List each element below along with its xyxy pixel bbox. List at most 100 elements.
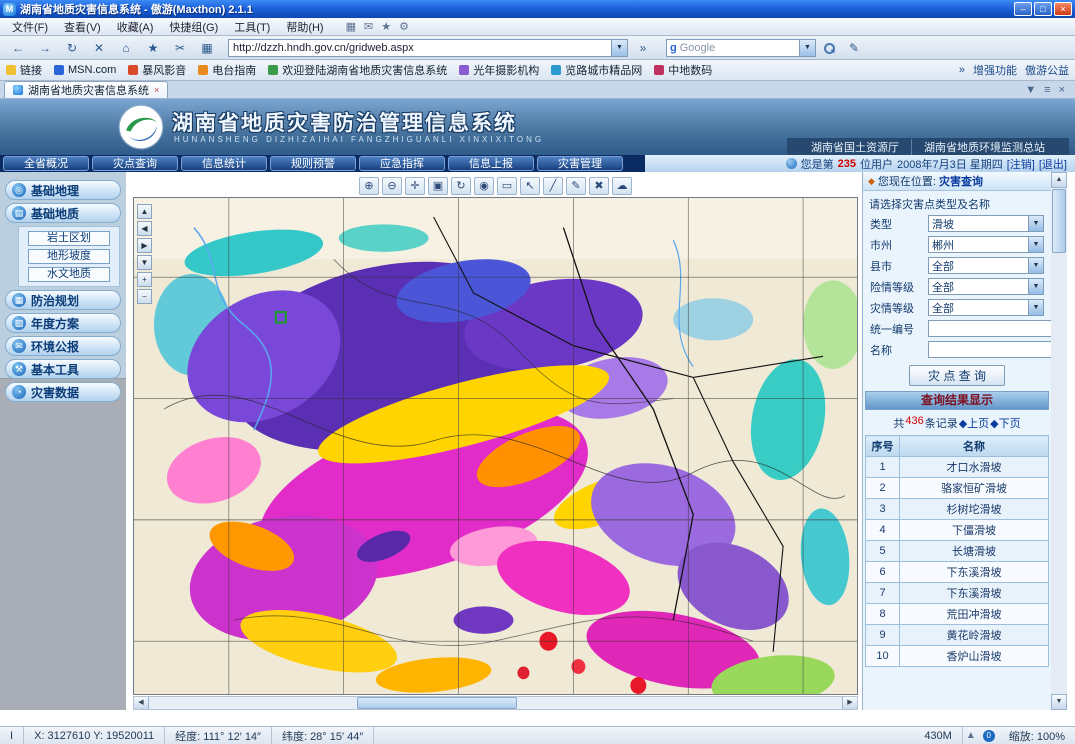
pan-left-icon[interactable]: ◀ <box>137 221 152 236</box>
sidebar-item-annual-scheme[interactable]: ▧ 年度方案 <box>5 313 121 333</box>
sidebar-subitem-terrain-slope[interactable]: 地形坡度 <box>28 249 110 264</box>
draw-icon[interactable]: ✎ <box>566 177 586 195</box>
nav-tab-report[interactable]: 信息上报 <box>448 156 534 171</box>
go-icon[interactable]: » <box>631 38 655 57</box>
tab-active[interactable]: 湖南省地质灾害信息系统 × <box>4 81 168 98</box>
scroll-up-icon[interactable]: ▲ <box>1051 172 1067 188</box>
stop-icon[interactable]: ✕ <box>87 38 111 57</box>
chevron-down-icon[interactable]: ▼ <box>1028 216 1043 231</box>
sidebar-item-basic-tools[interactable]: ⚒ 基本工具 <box>5 359 121 379</box>
link-item-welcome[interactable]: 欢迎登陆湖南省地质灾害信息系统 <box>268 62 447 78</box>
disaster-level-select[interactable]: 全部 ▼ <box>928 299 1044 316</box>
nav-tab-overview[interactable]: 全省概况 <box>3 156 89 171</box>
layers-icon[interactable]: ☁ <box>612 177 632 195</box>
refresh-icon[interactable]: ↻ <box>60 38 84 57</box>
menu-file[interactable]: 文件(F) <box>4 18 56 36</box>
tab-close-icon[interactable]: × <box>154 85 159 95</box>
chevron-down-icon[interactable]: ▼ <box>1028 279 1043 294</box>
search-dropdown-icon[interactable]: ▼ <box>799 40 815 56</box>
minimize-button[interactable]: – <box>1014 2 1032 16</box>
search-engine-label[interactable]: Google <box>680 42 799 54</box>
menu-groups[interactable]: 快捷组(G) <box>161 18 226 36</box>
menu-help[interactable]: 帮助(H) <box>278 18 331 36</box>
nav-tab-management[interactable]: 灾害管理 <box>537 156 623 171</box>
search-box[interactable]: g Google ▼ <box>666 39 816 57</box>
pan-icon[interactable]: ✛ <box>405 177 425 195</box>
sidebar-item-prevention-plan[interactable]: ▦ 防治规划 <box>5 290 121 310</box>
clear-icon[interactable]: ✖ <box>589 177 609 195</box>
disaster-point-link[interactable]: 下东溪滑坡 <box>900 562 1049 583</box>
gear-icon[interactable]: ⚙ <box>399 20 409 33</box>
link-item-city[interactable]: 览路城市精品网 <box>551 62 642 78</box>
map-horizontal-scrollbar[interactable]: ◀ ▶ <box>133 696 858 710</box>
scroll-left-icon[interactable]: ◀ <box>134 697 149 709</box>
maximize-button[interactable]: □ <box>1034 2 1052 16</box>
zoom-level[interactable]: 缩放: 100% <box>999 727 1075 744</box>
enhance-features-link[interactable]: 增强功能 <box>973 62 1017 78</box>
menu-tools[interactable]: 工具(T) <box>226 18 278 36</box>
map-zoom-in-icon[interactable]: + <box>137 272 152 287</box>
menu-favorites[interactable]: 收藏(A) <box>109 18 162 36</box>
exit-link[interactable]: [退出] <box>1039 156 1067 172</box>
risk-level-select[interactable]: 全部 ▼ <box>928 278 1044 295</box>
vscroll-thumb[interactable] <box>1052 189 1066 253</box>
disaster-point-link[interactable]: 下东溪滑坡 <box>900 583 1049 604</box>
sidebar-item-disaster-data[interactable]: ◔ 灾害数据 <box>5 382 121 402</box>
select-rect-icon[interactable]: ▭ <box>497 177 517 195</box>
geological-map[interactable]: ▲ ◀ ▶ ▼ + − <box>133 197 858 695</box>
disaster-point-link[interactable]: 杉树坨滑坡 <box>900 499 1049 520</box>
tab-menu-icon[interactable]: ≡ <box>1044 84 1050 96</box>
measure-icon[interactable]: ╱ <box>543 177 563 195</box>
link-item-msn[interactable]: MSN.com <box>54 64 116 76</box>
back-icon[interactable]: ← <box>6 38 30 57</box>
scroll-right-icon[interactable]: ▶ <box>842 697 857 709</box>
map-zoom-out-icon[interactable]: − <box>137 289 152 304</box>
county-select[interactable]: 全部 ▼ <box>928 257 1044 274</box>
disaster-query-button[interactable]: 灾 点 查 询 <box>909 365 1005 386</box>
map-refresh-icon[interactable]: ↻ <box>451 177 471 195</box>
type-select[interactable]: 滑坡 ▼ <box>928 215 1044 232</box>
name-input[interactable] <box>928 341 1051 358</box>
menu-view[interactable]: 查看(V) <box>56 18 109 36</box>
chevron-down-icon[interactable]: ▼ <box>1028 237 1043 252</box>
select-arrow-icon[interactable]: ↖ <box>520 177 540 195</box>
scroll-down-icon[interactable]: ▼ <box>1051 694 1067 710</box>
pan-down-icon[interactable]: ▼ <box>137 255 152 270</box>
logout-link[interactable]: [注销] <box>1007 156 1035 172</box>
zoom-out-icon[interactable]: ⊖ <box>382 177 402 195</box>
address-bar[interactable]: http://dzzh.hndh.gov.cn/gridweb.aspx ▼ <box>228 39 628 57</box>
screenshot-icon[interactable]: ✂ <box>168 38 192 57</box>
next-page-link[interactable]: ◆下页 <box>990 415 1020 431</box>
tab-list-icon[interactable]: ▼ <box>1025 84 1036 96</box>
disaster-point-link[interactable]: 长塘滑坡 <box>900 541 1049 562</box>
link-item-zhongdi[interactable]: 中地数码 <box>654 62 712 78</box>
nav-tab-emergency[interactable]: 应急指挥 <box>359 156 445 171</box>
mail-icon[interactable]: ✉ <box>364 20 373 33</box>
sidebar-item-basic-geography[interactable]: ◎ 基础地理 <box>5 180 121 200</box>
nav-tab-statistics[interactable]: 信息统计 <box>181 156 267 171</box>
sidebar-subitem-hydrogeology[interactable]: 水文地质 <box>28 267 110 282</box>
grid-icon[interactable]: ▦ <box>346 20 356 33</box>
nav-tab-disaster-query[interactable]: 灾点查询 <box>92 156 178 171</box>
disaster-point-link[interactable]: 荒田冲滑坡 <box>900 604 1049 625</box>
zoom-in-icon[interactable]: ⊕ <box>359 177 379 195</box>
identify-icon[interactable]: ◉ <box>474 177 494 195</box>
disaster-point-link[interactable]: 黄花岭滑坡 <box>900 625 1049 646</box>
maxthon-charity-link[interactable]: 傲游公益 <box>1025 62 1069 78</box>
sidebar-subitem-rock-zoning[interactable]: 岩土区划 <box>28 231 110 246</box>
more-links-icon[interactable]: » <box>959 64 965 76</box>
link-item-baofeng[interactable]: 暴风影音 <box>128 62 186 78</box>
plugins-icon[interactable]: ▦ <box>195 38 219 57</box>
link-item-photo[interactable]: 光年摄影机构 <box>459 62 539 78</box>
page-vertical-scrollbar[interactable]: ▲ ▼ <box>1051 172 1067 710</box>
forward-icon[interactable]: → <box>33 38 57 57</box>
full-extent-icon[interactable]: ▣ <box>428 177 448 195</box>
close-button[interactable]: × <box>1054 2 1072 16</box>
nav-tab-warning[interactable]: 规则预警 <box>270 156 356 171</box>
search-icon[interactable] <box>823 42 835 54</box>
edit-icon[interactable]: ✎ <box>842 38 866 57</box>
link-item-links[interactable]: 链接 <box>6 62 42 78</box>
link-item-radio[interactable]: 电台指南 <box>198 62 256 78</box>
disaster-point-link[interactable]: 才口水滑坡 <box>900 457 1049 478</box>
chevron-down-icon[interactable]: ▼ <box>1028 258 1043 273</box>
